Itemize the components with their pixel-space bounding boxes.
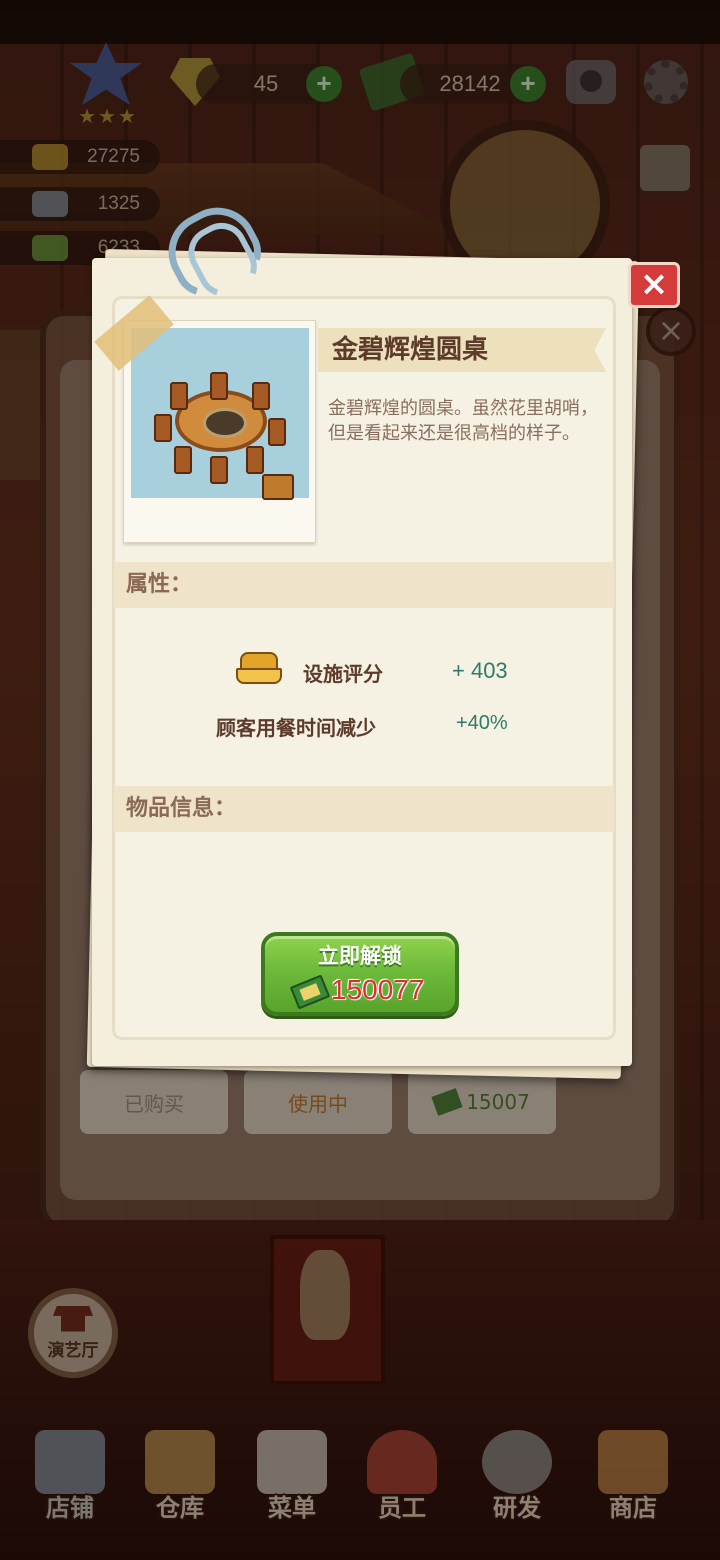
- chair-icon: [210, 372, 228, 400]
- gold-ingot-icon: [236, 652, 282, 688]
- item-description: 金碧辉煌的圆桌。虽然花里胡哨，但是看起来还是很高档的样子。: [328, 398, 598, 444]
- attribute-value-facility-score: + 403: [452, 658, 508, 683]
- attributes-heading: 属性：: [114, 562, 614, 608]
- chair-icon: [210, 456, 228, 484]
- unlock-now-button[interactable]: 立即解锁 150077: [261, 932, 459, 1016]
- attribute-value-dining-time: +40%: [456, 712, 508, 734]
- unlock-label: 立即解锁: [318, 944, 402, 968]
- chest-icon: [262, 474, 294, 500]
- chair-icon: [252, 382, 270, 410]
- cash-icon: [289, 974, 331, 1010]
- chair-icon: [268, 418, 286, 446]
- attribute-label-dining-time: 顾客用餐时间减少: [216, 716, 376, 740]
- chair-icon: [154, 414, 172, 442]
- chair-icon: [246, 446, 264, 474]
- close-button[interactable]: ×: [628, 262, 680, 308]
- unlock-price: 150077: [331, 974, 425, 1005]
- attribute-label-facility-score: 设施评分: [303, 662, 383, 686]
- item-info-heading: 物品信息：: [114, 786, 614, 832]
- chair-icon: [170, 382, 188, 410]
- chair-icon: [174, 446, 192, 474]
- item-title: 金碧辉煌圆桌: [332, 335, 489, 365]
